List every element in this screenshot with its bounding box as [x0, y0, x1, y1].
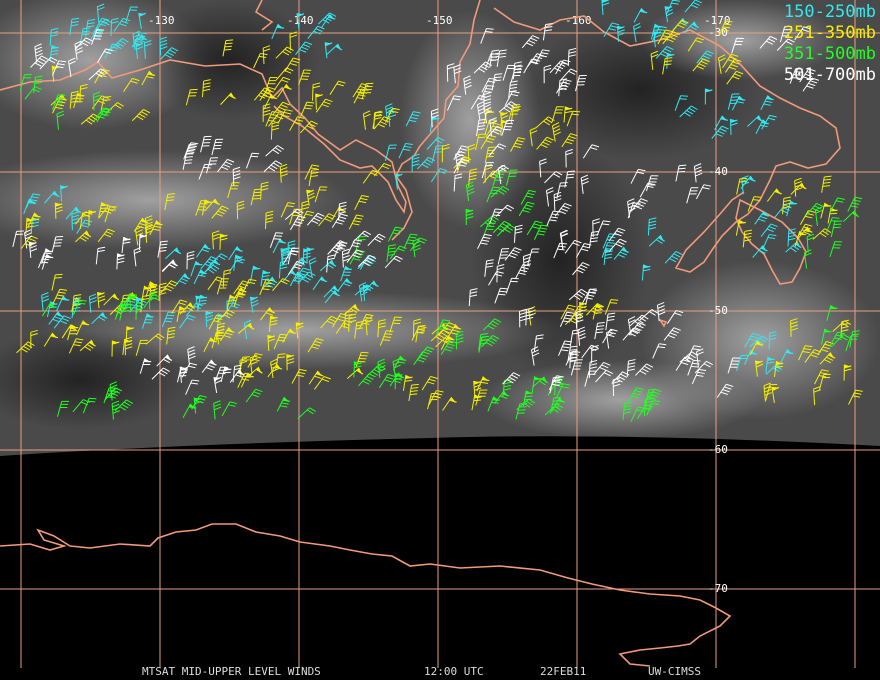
wind-map: -130 -140 -150 -160 -170 -30 -40 -50 -60… [0, 0, 880, 680]
lon-label: -150 [426, 14, 453, 27]
data-source: UW-CIMSS [648, 665, 701, 678]
legend-item-251-350mb: 251-350mb [783, 23, 876, 43]
lat-label: -60 [708, 443, 728, 456]
lat-label: -40 [708, 165, 728, 178]
observation-time: 12:00 UTC [424, 665, 484, 678]
legend-item-501-700mb: 501-700mb [783, 65, 876, 85]
lat-label: -30 [708, 26, 728, 39]
observation-date: 22FEB11 [540, 665, 587, 678]
product-name: MTSAT MID-UPPER LEVEL WINDS [142, 665, 321, 678]
lat-label: -70 [708, 582, 728, 595]
lon-label: -130 [148, 14, 175, 27]
legend-item-150-250mb: 150-250mb [783, 2, 876, 22]
legend-item-351-500mb: 351-500mb [783, 44, 876, 64]
lat-label: -50 [708, 304, 728, 317]
pressure-level-legend: 150-250mb 251-350mb 351-500mb 501-700mb [784, 2, 876, 86]
lon-label: -160 [565, 14, 592, 27]
image-caption: MTSAT MID-UPPER LEVEL WINDS 12:00 UTC 22… [0, 665, 880, 679]
